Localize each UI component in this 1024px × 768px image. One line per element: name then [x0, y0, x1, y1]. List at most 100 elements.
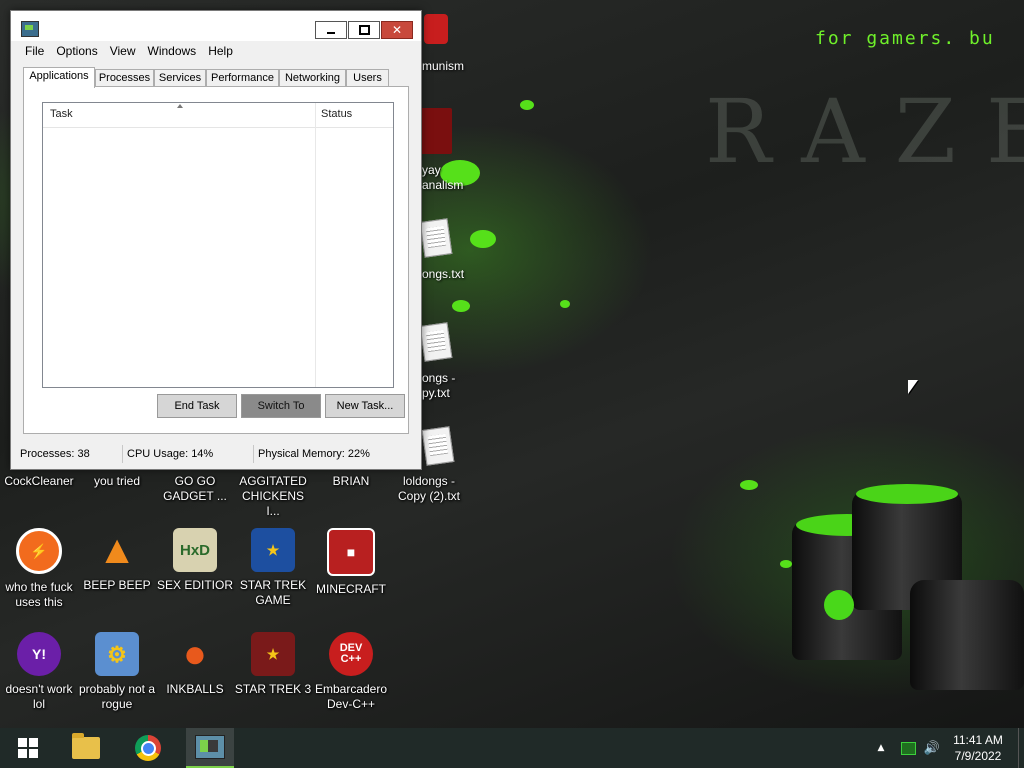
desktop-icon-beep-beep[interactable]: ▲ BEEP BEEP [78, 528, 156, 593]
close-button[interactable]: ✕ [381, 21, 413, 39]
desktop-icon-aggitated-chickens[interactable]: AGGITATED CHICKENS I... [234, 474, 312, 519]
status-divider [122, 445, 123, 463]
switch-to-button[interactable]: Switch To [241, 394, 321, 418]
tab-services[interactable]: Services [154, 69, 206, 87]
icon-glyph: ▲ [97, 527, 137, 572]
mouse-cursor [908, 380, 918, 394]
status-cpu-usage: CPU Usage: 14% [127, 448, 214, 460]
wallpaper-tagline: for gamers. bu [815, 28, 995, 49]
hex-editor-icon: HxD [173, 528, 217, 572]
desktop-icon-sex-editior[interactable]: HxD SEX EDITIOR [156, 528, 234, 593]
taskbar-file-explorer[interactable] [62, 728, 110, 768]
tab-users[interactable]: Users [346, 69, 389, 87]
icon-glyph: Y! [32, 645, 46, 662]
end-task-button[interactable]: End Task [157, 394, 237, 418]
yahoo-messenger-icon: Y! [17, 632, 61, 676]
desktop-icon-probably-not-a-rogue[interactable]: ⚙ probably not a rogue [78, 632, 156, 712]
text-file-icon[interactable] [419, 218, 453, 258]
desktop-icon-label: AGGITATED CHICKENS I... [239, 474, 307, 518]
desktop-icon-loldongs-copy-2[interactable]: loldongs - Copy (2).txt [390, 474, 468, 504]
maximize-button[interactable] [348, 21, 380, 39]
desktop-icon-label: munism [422, 59, 465, 73]
desktop-icon-label: INKBALLS [166, 682, 224, 696]
tab-performance[interactable]: Performance [206, 69, 279, 87]
barrel-slime [856, 484, 958, 504]
icon-glyph: ■ [346, 543, 356, 560]
title-bar[interactable]: ✕ [11, 11, 421, 41]
menu-help[interactable]: Help [202, 43, 239, 63]
show-desktop-button[interactable] [1018, 728, 1024, 768]
text-file-icon[interactable] [421, 426, 455, 466]
start-button[interactable] [4, 728, 52, 768]
menu-options[interactable]: Options [50, 43, 103, 63]
desktop-icon-go-go-gadget[interactable]: GO GO GADGET ... [156, 474, 234, 504]
column-header-task[interactable]: Task [50, 108, 73, 120]
status-processes: Processes: 38 [20, 448, 90, 460]
paint-splatter [520, 100, 534, 110]
tab-applications[interactable]: Applications [23, 67, 95, 88]
taskbar-clock[interactable]: 11:41 AM 7/9/2022 [946, 732, 1010, 764]
desktop-icon-you-tried[interactable]: you tried [78, 474, 156, 489]
desktop-icon-cockcleaner[interactable]: CockCleaner [0, 474, 78, 489]
menu-bar: File Options View Windows Help [19, 43, 239, 63]
desktop-icon-label: ongs.txt [422, 267, 465, 281]
desktop-icon-inkballs[interactable]: ● INKBALLS [156, 632, 234, 697]
menu-file[interactable]: File [19, 43, 50, 63]
desktop-icon-who-uses-this[interactable]: ⚡ who the fuck uses this [0, 528, 78, 610]
taskbar-chrome[interactable] [124, 728, 172, 768]
desktop-icon-star-trek-3[interactable]: ★ STAR TREK 3 [234, 632, 312, 697]
minimize-icon [327, 32, 335, 34]
vlc-cone-icon: ▲ [95, 528, 139, 572]
inkball-icon: ● [173, 632, 217, 676]
paint-splatter [740, 480, 758, 490]
icon-glyph: HxD [179, 541, 210, 559]
desktop-icon-brian[interactable]: BRIAN [312, 474, 390, 489]
tray-volume[interactable]: 🔊 [922, 728, 942, 768]
chevron-up-icon: ▲ [877, 743, 885, 753]
desktop-icon-label: loldongs - Copy (2).txt [397, 474, 460, 503]
speaker-icon: 🔊 [923, 740, 941, 756]
windows-logo-icon [18, 738, 38, 758]
task-manager-icon [21, 21, 39, 37]
tab-processes[interactable]: Processes [95, 69, 154, 87]
task-manager-window[interactable]: ✕ File Options View Windows Help Applica… [10, 10, 422, 470]
show-hidden-icons-button[interactable]: ▲ [872, 728, 890, 768]
desktop-icon-label: who the fuck uses this [5, 580, 73, 609]
task-manager-icon [195, 735, 225, 759]
desktop-icon-label: Embarcadero Dev-C++ [314, 682, 388, 711]
icon-glyph: ● [182, 631, 208, 676]
clock-date: 7/9/2022 [954, 749, 1002, 763]
desktop-icon-label: you tried [93, 474, 141, 488]
tab-networking[interactable]: Networking [279, 69, 346, 87]
desktop-icon-star-trek-game[interactable]: ★ STAR TREK GAME [234, 528, 312, 608]
text-file-icon[interactable] [419, 322, 453, 362]
icon-glyph: ★ [266, 645, 280, 662]
status-bar: Processes: 38 CPU Usage: 14% Physical Me… [11, 443, 421, 467]
desktop-icon-label: probably not a rogue [78, 682, 156, 711]
barrel-graphic [910, 580, 1024, 690]
minecraft-bird-icon: ■ [327, 528, 375, 576]
desktop-icon-label: ongs - [422, 371, 456, 385]
flash-icon: ⚡ [16, 528, 62, 574]
column-header-status[interactable]: Status [321, 108, 352, 120]
desktop-icon-doesnt-work-lol[interactable]: Y! doesn't work lol [0, 632, 78, 712]
icon-glyph: DEV C++ [339, 642, 363, 665]
minimize-button[interactable] [315, 21, 347, 39]
menu-windows[interactable]: Windows [142, 43, 203, 63]
app-icon[interactable] [424, 14, 448, 44]
wallpaper-watermark: RAZE [705, 80, 1024, 183]
status-physical-memory: Physical Memory: 22% [258, 448, 370, 460]
desktop-icon-minecraft[interactable]: ■ MINECRAFT [312, 528, 390, 597]
settings-monitor-icon: ⚙ [95, 632, 139, 676]
menu-view[interactable]: View [104, 43, 142, 63]
taskbar-task-manager[interactable] [186, 728, 234, 768]
flash-player-icon[interactable] [420, 108, 452, 154]
icon-glyph: ⚡ [30, 542, 48, 559]
column-divider[interactable] [315, 103, 316, 387]
task-list[interactable]: Task Status [42, 102, 394, 388]
desktop-icon-label: py.txt [422, 386, 450, 400]
tray-action-center[interactable] [898, 728, 918, 768]
radiation-symbol [824, 590, 854, 620]
desktop-icon-dev-cpp[interactable]: DEV C++ Embarcadero Dev-C++ [312, 632, 390, 712]
new-task-button[interactable]: New Task... [325, 394, 405, 418]
